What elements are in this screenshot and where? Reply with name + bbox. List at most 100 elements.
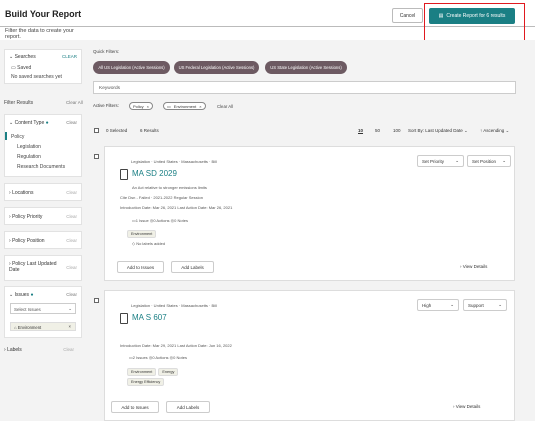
card-checkbox[interactable] bbox=[94, 298, 99, 303]
add-labels-button[interactable]: Add Labels bbox=[171, 261, 214, 273]
content-type-clear[interactable]: Clear bbox=[66, 120, 77, 125]
cancel-button[interactable]: Cancel bbox=[392, 8, 423, 23]
quick-filter-state[interactable]: US State Legislation (Active Sessions) bbox=[265, 61, 347, 74]
searches-title[interactable]: ⌄ Searches bbox=[9, 54, 36, 60]
add-to-issues-button[interactable]: Add to Issues bbox=[117, 261, 164, 273]
card-summary: An Act relative to stronger emissions li… bbox=[132, 185, 207, 190]
highlight-box bbox=[424, 3, 525, 43]
issues-panel: ⌄ Issues ● Clear Select Issues ⌄ ⌂ Envir… bbox=[4, 286, 82, 338]
remove-icon[interactable]: × bbox=[69, 324, 71, 329]
remove-icon[interactable]: × bbox=[147, 104, 149, 109]
card-counts: ▭2 Issues ◎0 Actions ◎0 Notes bbox=[129, 355, 187, 360]
searches-panel: ⌄ Searches CLEAR ▭ Saved No saved search… bbox=[4, 49, 82, 84]
clear-all-filters[interactable]: Clear All bbox=[66, 100, 83, 105]
card-status: Cite Dsn - Failed · 2021-2022 Regular Se… bbox=[120, 195, 203, 200]
policy-priority-panel[interactable]: › Policy Priority Clear bbox=[4, 207, 82, 225]
policy-last-updated-clear[interactable]: Clear bbox=[66, 265, 77, 270]
add-to-issues-button[interactable]: Add to Issues bbox=[111, 401, 159, 413]
notes-count: 0 Notes bbox=[174, 218, 188, 223]
selected-count: 0 Selected bbox=[106, 128, 128, 133]
issues-title[interactable]: ⌄ Issues ● bbox=[9, 292, 33, 298]
sort-by-dropdown[interactable]: Sort By: Last Updated Date ⌄ bbox=[408, 128, 468, 134]
labels-panel[interactable]: › Labels Clear bbox=[0, 342, 86, 357]
card-tags-row2: Energy Efficiency bbox=[127, 378, 166, 386]
card-breadcrumb: Legislation · United States · Massachuse… bbox=[131, 159, 217, 164]
labels-clear[interactable]: Clear bbox=[63, 347, 74, 352]
position-value: Set Position bbox=[472, 158, 497, 164]
policy-position-title: Policy Position bbox=[12, 238, 45, 244]
set-position-select[interactable]: Support ⌄ bbox=[463, 299, 507, 311]
remove-icon[interactable]: × bbox=[199, 104, 201, 109]
clear-all-active[interactable]: Clear All bbox=[217, 104, 233, 109]
result-card: Legislation · United States · Massachuse… bbox=[104, 290, 515, 421]
set-position-select[interactable]: Set Position ⌄ bbox=[467, 155, 511, 167]
selected-indicator bbox=[5, 132, 7, 140]
locations-panel[interactable]: › Locations Clear bbox=[4, 183, 82, 201]
content-type-research[interactable]: Research Documents bbox=[17, 164, 65, 170]
active-dot-icon: ● bbox=[30, 292, 34, 298]
document-icon bbox=[120, 313, 128, 324]
card-breadcrumb: Legislation · United States · Massachuse… bbox=[131, 303, 217, 308]
keywords-input[interactable]: Keywords bbox=[93, 81, 516, 94]
chevron-down-icon: ⌄ bbox=[504, 128, 510, 133]
content-type-policy[interactable]: Policy bbox=[11, 134, 24, 140]
page-size-10[interactable]: 10 bbox=[358, 128, 363, 133]
policy-last-updated-panel[interactable]: › Policy Last Updated Date Clear bbox=[4, 255, 82, 281]
set-priority-select[interactable]: High ⌄ bbox=[417, 299, 459, 311]
view-details-link[interactable]: › View Details bbox=[460, 264, 487, 269]
content-type-title[interactable]: ⌄ Content Type ● bbox=[9, 120, 49, 126]
quick-filters-label: Quick Filters: bbox=[93, 49, 120, 54]
position-value: Support bbox=[468, 302, 484, 308]
notes-count: 0 Notes bbox=[173, 355, 187, 360]
page-subtitle: Filter the data to create your report. bbox=[5, 28, 74, 40]
page-title: Build Your Report bbox=[5, 9, 82, 19]
card-checkbox[interactable] bbox=[94, 154, 99, 159]
set-priority-select[interactable]: Set Priority ⌄ bbox=[417, 155, 464, 167]
content-type-regulation[interactable]: Regulation bbox=[17, 154, 41, 160]
filter-sidebar: Filter the data to create your report. ⌄… bbox=[0, 28, 86, 421]
chevron-down-icon: ⌄ bbox=[450, 302, 454, 307]
locations-clear[interactable]: Clear bbox=[66, 190, 77, 195]
chevron-down-icon: ⌄ bbox=[68, 306, 72, 311]
card-counts: ▭1 Issue ◎0 Actions ◎0 Notes bbox=[132, 218, 188, 223]
policy-position-clear[interactable]: Clear bbox=[66, 238, 77, 243]
page-size-100[interactable]: 100 bbox=[393, 128, 401, 133]
order-dropdown[interactable]: ↑ Ascending ⌄ bbox=[480, 128, 509, 134]
folder-icon: ▭ bbox=[167, 103, 171, 109]
policy-position-panel[interactable]: › Policy Position Clear bbox=[4, 231, 82, 249]
searches-clear[interactable]: CLEAR bbox=[62, 54, 77, 59]
card-title[interactable]: MA SD 2029 bbox=[132, 169, 177, 178]
policy-priority-clear[interactable]: Clear bbox=[66, 214, 77, 219]
select-all-checkbox[interactable] bbox=[94, 128, 99, 133]
tag-chip: Energy Efficiency bbox=[127, 378, 165, 386]
card-tags: Environment bbox=[127, 230, 158, 238]
results-count: 6 Results bbox=[140, 128, 159, 133]
content-type-panel: ⌄ Content Type ● Clear Policy Legislatio… bbox=[4, 114, 82, 177]
page-size-50[interactable]: 50 bbox=[375, 128, 380, 133]
labels-title: Labels bbox=[7, 347, 22, 353]
policy-priority-title: Policy Priority bbox=[12, 214, 43, 220]
result-card: Legislation · United States · Massachuse… bbox=[104, 146, 515, 281]
saved-tab[interactable]: ▭ Saved bbox=[11, 65, 31, 71]
priority-value: High bbox=[422, 302, 432, 308]
issues-select-placeholder: Select Issues bbox=[14, 307, 41, 312]
tag-chip: Energy bbox=[158, 368, 179, 376]
card-dates: Introduction Date: Mar 29, 2021 Last Act… bbox=[120, 343, 232, 348]
issues-select[interactable]: Select Issues ⌄ bbox=[10, 303, 76, 314]
active-filter-chip: ▭ Environment × bbox=[163, 102, 206, 110]
active-dot-icon: ● bbox=[45, 120, 49, 126]
filter-results-label: Filter Results bbox=[4, 100, 34, 106]
view-details-link[interactable]: › View Details bbox=[453, 404, 480, 409]
card-title[interactable]: MA S 607 bbox=[132, 313, 167, 322]
content-type-legislation[interactable]: Legislation bbox=[17, 144, 41, 150]
no-saved-text: No saved searches yet bbox=[11, 74, 62, 80]
quick-filter-all-us[interactable]: All US Legislation (Active Sessions) bbox=[93, 61, 170, 74]
active-filter-environment: Environment bbox=[173, 103, 197, 109]
tag-chip: Environment bbox=[127, 230, 157, 238]
issues-clear[interactable]: Clear bbox=[66, 292, 77, 297]
priority-value: Set Priority bbox=[422, 158, 445, 164]
add-labels-button[interactable]: Add Labels bbox=[166, 401, 210, 413]
chevron-down-icon: ⌄ bbox=[462, 128, 468, 133]
quick-filter-federal[interactable]: US Federal Legislation (Active Sessions) bbox=[174, 61, 259, 74]
chevron-down-icon: ⌄ bbox=[502, 158, 506, 163]
